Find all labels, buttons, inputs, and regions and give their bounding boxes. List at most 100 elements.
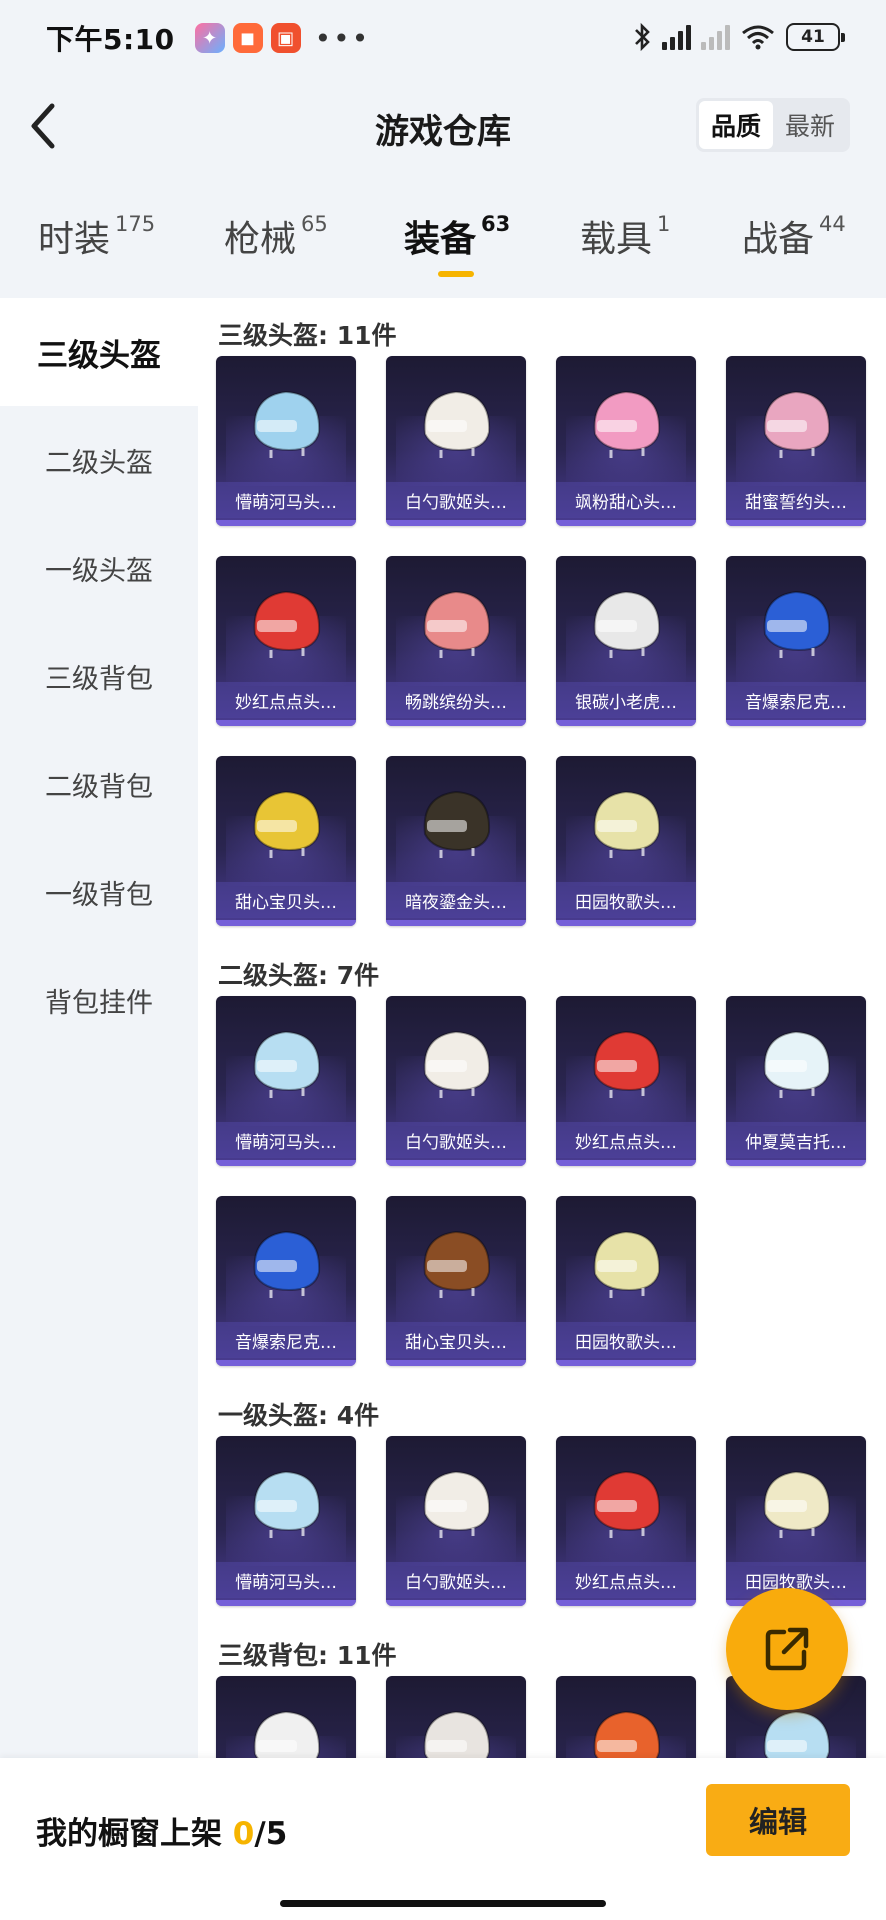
- tab-label: 载具: [580, 219, 653, 260]
- item-thumbnail-icon: [593, 1030, 661, 1098]
- item-thumbnail-icon: [423, 1030, 491, 1098]
- item-thumbnail-icon: [593, 390, 661, 458]
- item-thumbnail-icon: [593, 1710, 661, 1758]
- item-card[interactable]: 音爆索尼克…: [726, 556, 866, 726]
- item-card[interactable]: 田园牧歌头…: [556, 756, 696, 926]
- item-card[interactable]: 妙红点点头…: [216, 556, 356, 726]
- home-indicator: [280, 1900, 606, 1907]
- item-name: 白勺歌姬头…: [386, 482, 526, 518]
- item-thumbnail-icon: [423, 1470, 491, 1538]
- sidebar-item-backpack-charm[interactable]: 背包挂件: [0, 946, 198, 1054]
- item-card[interactable]: 懵萌河马头…: [216, 1436, 356, 1606]
- tab-equipment[interactable]: 装备 63: [404, 210, 510, 262]
- sidebar-item-level3-helmet[interactable]: 三级头盔: [0, 298, 198, 406]
- section-title: 二级头盔: 7件: [218, 961, 380, 990]
- item-card[interactable]: [386, 1676, 526, 1758]
- item-card[interactable]: 田园牧歌头…: [556, 1196, 696, 1366]
- share-button[interactable]: [726, 1588, 848, 1710]
- item-name: 暗夜鎏金头…: [386, 882, 526, 918]
- showcase-status: 我的橱窗上架 0/5: [36, 1808, 287, 1853]
- item-card[interactable]: 飒粉甜心头…: [556, 356, 696, 526]
- item-card[interactable]: 懵萌河马头…: [216, 356, 356, 526]
- shopping-app-icon: ◼: [232, 23, 263, 53]
- item-name: 甜心宝贝头…: [386, 1322, 526, 1358]
- item-thumbnail-icon: [423, 590, 491, 658]
- item-card[interactable]: 银碳小老虎…: [556, 556, 696, 726]
- game-app-icon: ✦: [194, 23, 225, 53]
- item-card[interactable]: 白勺歌姬头…: [386, 356, 526, 526]
- sidebar-item-level1-helmet[interactable]: 一级头盔: [0, 514, 198, 622]
- item-card[interactable]: 白勺歌姬头…: [386, 996, 526, 1166]
- item-card[interactable]: 懵萌河马头…: [216, 996, 356, 1166]
- edit-button[interactable]: 编辑: [706, 1784, 850, 1856]
- item-thumbnail-icon: [763, 590, 831, 658]
- sort-newest-option[interactable]: 最新: [773, 101, 847, 149]
- tab-vehicles[interactable]: 载具 1: [580, 210, 670, 262]
- tab-label: 枪械: [224, 219, 297, 260]
- item-thumbnail-icon: [253, 590, 321, 658]
- tab-count: 63: [481, 212, 511, 236]
- item-card[interactable]: 甜心宝贝头…: [386, 1196, 526, 1366]
- share-out-icon: [765, 1627, 809, 1671]
- item-name: 甜心宝贝头…: [216, 882, 356, 918]
- item-card[interactable]: 暗夜鎏金头…: [386, 756, 526, 926]
- sidebar-item-level2-backpack[interactable]: 二级背包: [0, 730, 198, 838]
- item-name: 懵萌河马头…: [216, 482, 356, 518]
- battery-icon: 41: [786, 23, 845, 51]
- status-indicators: 41: [632, 22, 845, 52]
- item-name: 音爆索尼克…: [726, 682, 866, 718]
- item-thumbnail-icon: [253, 1470, 321, 1538]
- category-tabs: 时装 175 枪械 65 装备 63 载具 1 战备 44: [0, 210, 886, 290]
- battery-level: 41: [801, 27, 825, 47]
- item-thumbnail-icon: [253, 390, 321, 458]
- item-name: 白勺歌姬头…: [386, 1122, 526, 1158]
- item-card[interactable]: [216, 1676, 356, 1758]
- tab-fashion[interactable]: 时装 175: [38, 210, 155, 262]
- item-thumbnail-icon: [763, 390, 831, 458]
- sort-quality-option[interactable]: 品质: [698, 101, 773, 149]
- item-name: 银碳小老虎…: [556, 682, 696, 718]
- section-title: 一级头盔: 4件: [218, 1401, 380, 1430]
- item-thumbnail-icon: [253, 1230, 321, 1298]
- header: 游戏仓库 品质 最新: [0, 84, 886, 168]
- item-card[interactable]: 仲夏莫吉托…: [726, 996, 866, 1166]
- wifi-icon: [742, 25, 774, 50]
- item-thumbnail-icon: [763, 1470, 831, 1538]
- item-name: 飒粉甜心头…: [556, 482, 696, 518]
- item-thumbnail-icon: [763, 1030, 831, 1098]
- item-thumbnail-icon: [423, 1710, 491, 1758]
- item-name: 妙红点点头…: [556, 1122, 696, 1158]
- tab-label: 战备: [742, 219, 815, 260]
- signal-strength-2-icon: [701, 24, 730, 50]
- item-name: 音爆索尼克…: [216, 1322, 356, 1358]
- showcase-count: 0: [232, 1816, 255, 1852]
- item-card[interactable]: 甜蜜誓约头…: [726, 356, 866, 526]
- item-thumbnail-icon: [593, 1470, 661, 1538]
- showcase-label: 我的橱窗上架: [36, 1816, 233, 1852]
- item-name: 田园牧歌头…: [556, 1322, 696, 1358]
- item-card[interactable]: 田园牧歌头…: [726, 1436, 866, 1606]
- item-card[interactable]: 音爆索尼克…: [216, 1196, 356, 1366]
- sidebar-item-level2-helmet[interactable]: 二级头盔: [0, 406, 198, 514]
- item-card[interactable]: 白勺歌姬头…: [386, 1436, 526, 1606]
- item-card[interactable]: 妙红点点头…: [556, 996, 696, 1166]
- item-name: 甜蜜誓约头…: [726, 482, 866, 518]
- item-card[interactable]: 甜心宝贝头…: [216, 756, 356, 926]
- item-card[interactable]: 畅跳缤纷头…: [386, 556, 526, 726]
- bottom-bar: 我的橱窗上架 0/5 编辑: [0, 1758, 886, 1920]
- more-notifications-icon: •••: [314, 21, 371, 55]
- tab-count: 65: [301, 212, 328, 236]
- item-thumbnail-icon: [423, 390, 491, 458]
- tab-firearms[interactable]: 枪械 65: [224, 210, 328, 262]
- showcase-total: /5: [254, 1816, 288, 1852]
- item-name: 懵萌河马头…: [216, 1122, 356, 1158]
- item-name: 妙红点点头…: [556, 1562, 696, 1598]
- item-name: 白勺歌姬头…: [386, 1562, 526, 1598]
- tab-count: 175: [115, 212, 156, 236]
- item-card[interactable]: [556, 1676, 696, 1758]
- status-bar: 下午5:10 ✦ ◼ ▣ ••• 41: [0, 0, 886, 76]
- tab-supplies[interactable]: 战备 44: [742, 210, 846, 262]
- sidebar-item-level3-backpack[interactable]: 三级背包: [0, 622, 198, 730]
- item-card[interactable]: 妙红点点头…: [556, 1436, 696, 1606]
- sidebar-item-level1-backpack[interactable]: 一级背包: [0, 838, 198, 946]
